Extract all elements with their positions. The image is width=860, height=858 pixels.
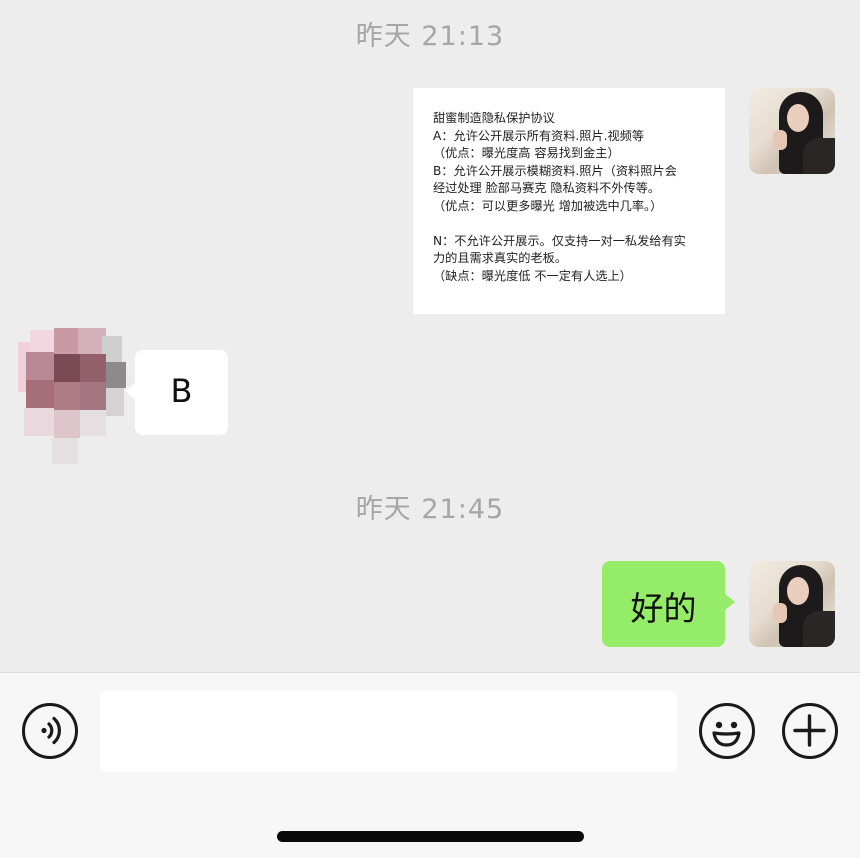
image-text-line bbox=[433, 215, 711, 233]
self-avatar[interactable] bbox=[749, 561, 835, 647]
image-text-line: 经过处理 脸部马赛克 隐私资料不外传等。 bbox=[433, 181, 661, 195]
image-text-line: B：允许公开展示模糊资料.照片（资料照片会 bbox=[433, 163, 677, 178]
message-text: 好的 bbox=[630, 589, 697, 628]
timestamp: 昨天 21:13 bbox=[355, 21, 505, 52]
voice-button[interactable] bbox=[22, 703, 78, 759]
home-indicator[interactable] bbox=[277, 831, 584, 842]
emoji-icon bbox=[712, 721, 741, 747]
chat-message-area[interactable]: 昨天 21:13 甜蜜制造隐私保护协议 A：允许公开展示所有资料.照片.视频等 … bbox=[0, 0, 860, 672]
self-avatar[interactable] bbox=[749, 88, 835, 174]
more-button[interactable] bbox=[782, 703, 838, 759]
image-message[interactable]: 甜蜜制造隐私保护协议 A：允许公开展示所有资料.照片.视频等 （优点：曝光度高 … bbox=[413, 88, 725, 314]
image-text-line: N：不允许公开展示。仅支持一对一私发给有实 bbox=[433, 233, 686, 248]
contact-avatar[interactable] bbox=[18, 322, 130, 464]
image-text-line: （缺点：曝光度低 不一定有人选上） bbox=[433, 268, 632, 283]
input-bar bbox=[0, 672, 860, 858]
contact-message-bubble[interactable]: B bbox=[125, 350, 228, 435]
voice-icon bbox=[41, 716, 61, 745]
self-message-bubble[interactable]: 好的 bbox=[602, 561, 735, 647]
timestamp: 昨天 21:45 bbox=[355, 494, 505, 525]
image-text-line: 甜蜜制造隐私保护协议 bbox=[433, 111, 555, 125]
emoji-button[interactable] bbox=[699, 703, 755, 759]
message-text: B bbox=[170, 372, 193, 410]
image-text-line: A：允许公开展示所有资料.照片.视频等 bbox=[433, 128, 645, 143]
image-text-line: （优点：可以更多曝光 增加被选中几率。） bbox=[433, 198, 663, 213]
image-text-line: （优点：曝光度高 容易找到金主） bbox=[433, 146, 620, 160]
message-input[interactable] bbox=[100, 690, 677, 772]
image-text-line: 力的且需求真实的老板。 bbox=[433, 251, 568, 265]
plus-icon bbox=[793, 714, 826, 747]
